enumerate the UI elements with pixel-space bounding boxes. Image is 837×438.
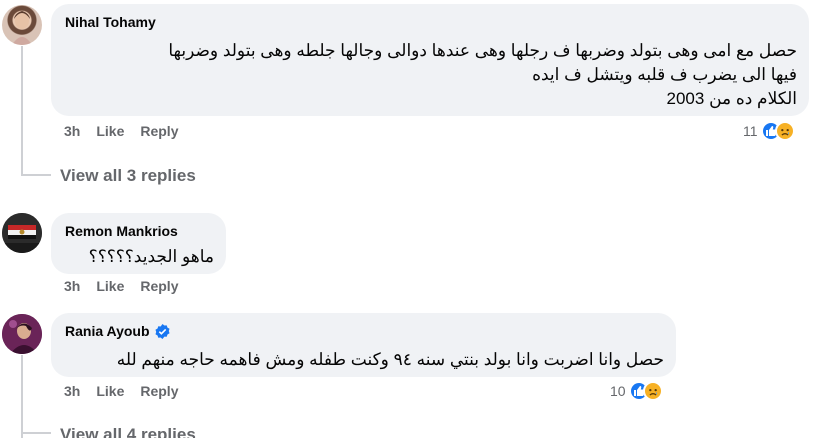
- comment-text: ماهو الجديد؟؟؟؟؟: [65, 245, 214, 269]
- comment-text-line: حصل وانا اضربت وانا بولد بنتي سنه ٩٤ وكن…: [116, 350, 664, 369]
- comment-actions: 3h Like Reply: [64, 123, 194, 139]
- comment-bubble: Nihal Tohamy حصل مع امى وهى بتولد وضربها…: [51, 4, 809, 116]
- comment-text-line: فيها الى يضرب ف قلبه ويتشل ف ايده: [532, 65, 797, 84]
- reaction-summary[interactable]: 10: [610, 381, 663, 401]
- thread-line: [21, 174, 51, 176]
- sad-icon: [774, 121, 795, 141]
- avatar[interactable]: [2, 213, 42, 253]
- like-button[interactable]: Like: [96, 278, 124, 294]
- comment-text: حصل مع امى وهى بتولد وضربها ف رجلها وهى …: [65, 39, 797, 111]
- avatar[interactable]: [2, 5, 42, 45]
- reply-button[interactable]: Reply: [140, 383, 178, 399]
- like-button[interactable]: Like: [96, 383, 124, 399]
- comment-timestamp[interactable]: 3h: [64, 278, 80, 294]
- avatar[interactable]: [2, 314, 42, 354]
- comment-author: Rania Ayoub: [65, 322, 664, 340]
- thread-line: [21, 46, 23, 176]
- view-replies-link[interactable]: View all 4 replies: [60, 425, 196, 438]
- thread-line: [21, 355, 23, 438]
- reaction-count: 11: [743, 123, 758, 139]
- comment-bubble: Rania Ayoub حصل وانا اضربت وانا بولد بنت…: [51, 313, 676, 377]
- reply-button[interactable]: Reply: [140, 278, 178, 294]
- reply-button[interactable]: Reply: [140, 123, 178, 139]
- reaction-count: 10: [610, 383, 626, 399]
- comment-text: حصل وانا اضربت وانا بولد بنتي سنه ٩٤ وكن…: [65, 348, 664, 372]
- verified-badge-icon: [155, 323, 170, 339]
- comment-author[interactable]: Remon Mankrios: [65, 222, 214, 240]
- comment-text-line: ماهو الجديد؟؟؟؟؟: [88, 247, 214, 266]
- comment-author-name[interactable]: Rania Ayoub: [65, 322, 150, 340]
- comment-text-line: حصل مع امى وهى بتولد وضربها ف رجلها وهى …: [168, 41, 797, 60]
- thread-line: [21, 432, 51, 434]
- comment-timestamp[interactable]: 3h: [64, 383, 80, 399]
- comment-author[interactable]: Nihal Tohamy: [65, 13, 797, 31]
- reaction-summary[interactable]: 11: [743, 121, 795, 141]
- view-replies-link[interactable]: View all 3 replies: [60, 166, 196, 186]
- comment-text-line: الكلام ده من 2003: [666, 89, 797, 108]
- comment-bubble: Remon Mankrios ماهو الجديد؟؟؟؟؟: [51, 213, 226, 274]
- sad-icon: [642, 381, 663, 401]
- like-button[interactable]: Like: [96, 123, 124, 139]
- comment-actions: 3h Like Reply: [64, 383, 194, 399]
- comment-timestamp[interactable]: 3h: [64, 123, 80, 139]
- comment-actions: 3h Like Reply: [64, 278, 194, 294]
